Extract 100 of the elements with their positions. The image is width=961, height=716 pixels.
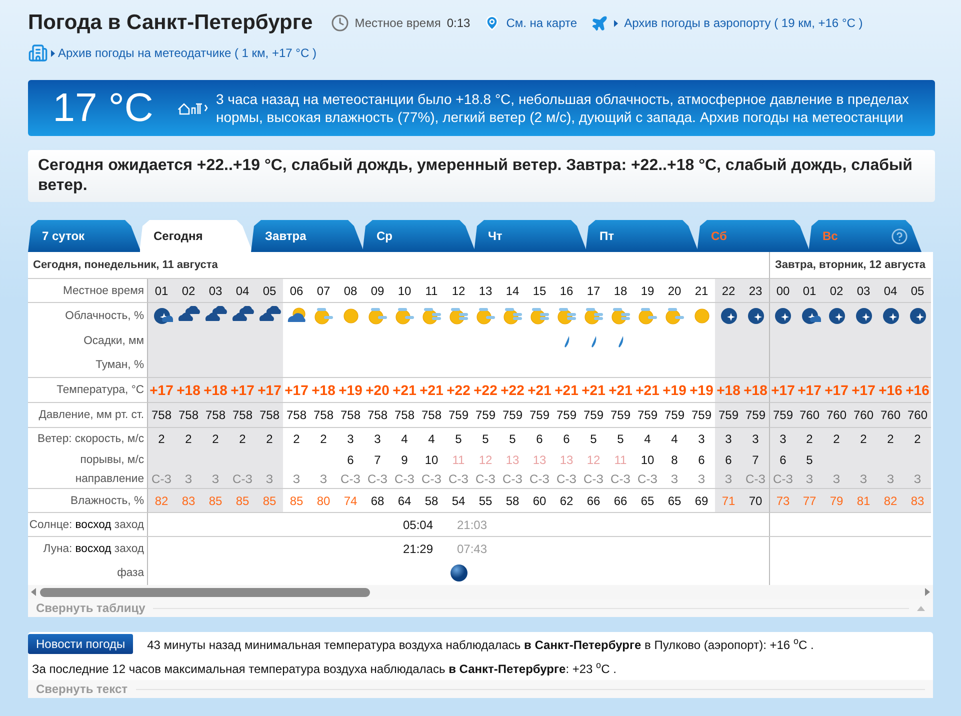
table-cell: +21	[420, 382, 444, 398]
table-cell: 2	[887, 432, 894, 446]
news-badge: Новости погоды	[28, 634, 134, 654]
table-cell: 58	[424, 494, 438, 508]
table-cell: 79	[830, 494, 844, 508]
horizontal-scrollbar[interactable]	[28, 585, 933, 599]
table-cell: 68	[370, 494, 384, 508]
moon-phase-icon	[450, 564, 468, 582]
table-cell: 10	[640, 453, 654, 467]
table-cell: 85	[236, 494, 250, 508]
table-cell: 3	[725, 432, 732, 446]
table-cell: +19	[690, 382, 714, 398]
map-link[interactable]: См. на карте	[506, 16, 578, 30]
table-cell: 14	[506, 284, 520, 298]
table-cell: 760	[826, 408, 847, 422]
table-cell: 17	[586, 284, 600, 298]
table-cell: 65	[668, 494, 682, 508]
table-cell: С-З	[422, 472, 442, 486]
table-cell: 759	[610, 408, 631, 422]
caret-icon[interactable]	[917, 606, 925, 610]
table-cell: 13	[560, 453, 574, 467]
day-tab[interactable]: Чт	[474, 220, 587, 252]
table-cell: 02	[182, 284, 196, 298]
table-cell: +22	[500, 382, 524, 398]
table-cell: 58	[506, 494, 520, 508]
table-cell: 02	[830, 284, 844, 298]
table-cell: 759	[772, 408, 794, 422]
table-cell: 759	[448, 408, 469, 422]
table-cell: 07	[316, 284, 330, 298]
table-cell: З	[320, 472, 328, 486]
table-cell: 2	[293, 432, 300, 446]
table-cell: 22	[722, 284, 736, 298]
table-cell: 08	[344, 284, 358, 298]
table-cell: 2	[212, 432, 219, 446]
table-cell-text: 07:43	[456, 541, 488, 558]
table-cell: 54	[452, 494, 466, 508]
table-cell: 77	[802, 494, 816, 508]
day-tab[interactable]: Ср	[362, 220, 476, 252]
table-cell: 18	[614, 284, 628, 298]
day-tab[interactable]: Завтра	[251, 220, 364, 252]
table-cell: 23	[748, 284, 762, 298]
table-cell: 7	[374, 453, 381, 467]
day-tab[interactable]: 7 суток	[28, 220, 141, 252]
table-cell: +19	[662, 382, 686, 398]
table-cell: 13	[532, 453, 546, 467]
table-cell: 3	[374, 432, 381, 446]
table-cell: 74	[344, 494, 358, 508]
table-cell: З	[886, 472, 894, 486]
table-cell: 758	[205, 408, 226, 422]
map-pin-icon	[484, 15, 500, 31]
table-cell: 5	[806, 453, 813, 467]
local-time: 0:13	[446, 16, 470, 30]
table-cell: 758	[232, 408, 253, 422]
table-cell: 55	[478, 494, 492, 508]
table-cell: +21	[554, 382, 578, 398]
table-cell: С-З	[368, 472, 388, 486]
table-cell: З	[806, 472, 814, 486]
table-cell: 13	[478, 284, 492, 298]
table-cell: 10	[398, 284, 412, 298]
scroll-left-icon[interactable]	[31, 588, 36, 596]
table-cell: 2	[320, 432, 327, 446]
day-tab[interactable]: Пт	[586, 220, 698, 252]
clock-icon	[330, 14, 349, 32]
scroll-right-icon[interactable]	[925, 588, 930, 596]
row-label: направление	[28, 470, 148, 489]
table-cell: 2	[833, 432, 840, 446]
table-cell: +17	[852, 382, 876, 398]
table-cell: 760	[880, 408, 901, 422]
airport-archive-link[interactable]: Архив погоды в аэропорту ( 19 км, +16 °C )	[624, 16, 863, 30]
news-text: За последние 12 часов максимальная температура воздуха наблюдалась в Санкт-Петербурге: +23 $^{o}$C .	[31, 660, 616, 676]
table-cell: З	[212, 472, 220, 486]
table-cell: 759	[556, 408, 577, 422]
day-tab[interactable]: Сегодня	[140, 220, 252, 252]
table-cell: З	[670, 472, 678, 486]
collapse-text-link[interactable]: Свернуть текст	[36, 682, 128, 696]
scrollbar-thumb[interactable]	[40, 588, 370, 596]
table-cell: 73	[776, 494, 790, 508]
sensor-archive-link[interactable]: Архив погоды на метеодатчике ( 1 км, +17 °C )	[58, 46, 316, 60]
table-cell: З	[292, 472, 300, 486]
table-cell: 64	[398, 494, 412, 508]
table-cell: +17	[150, 382, 174, 398]
table-cell: 15	[532, 284, 546, 298]
table-cell: 71	[722, 494, 736, 508]
table-cell: С-З	[584, 472, 604, 486]
table-cell: +21	[528, 382, 552, 398]
table-cell: +18	[176, 382, 200, 398]
table-cell: З	[832, 472, 840, 486]
table-cell: +20	[366, 382, 390, 398]
table-cell: 2	[860, 432, 867, 446]
table-cell: 758	[178, 408, 199, 422]
table-cell: 05	[262, 284, 276, 298]
table-cell: +19	[338, 382, 362, 398]
table-cell: 760	[799, 408, 820, 422]
table-cell: 85	[290, 494, 304, 508]
collapse-table-link[interactable]: Свернуть таблицу	[36, 601, 146, 615]
table-cell: 5	[617, 432, 624, 446]
help-icon[interactable]	[890, 228, 908, 244]
table-cell: З	[860, 472, 868, 486]
table-cell: 10	[424, 453, 438, 467]
table-cell: 01	[154, 284, 168, 298]
